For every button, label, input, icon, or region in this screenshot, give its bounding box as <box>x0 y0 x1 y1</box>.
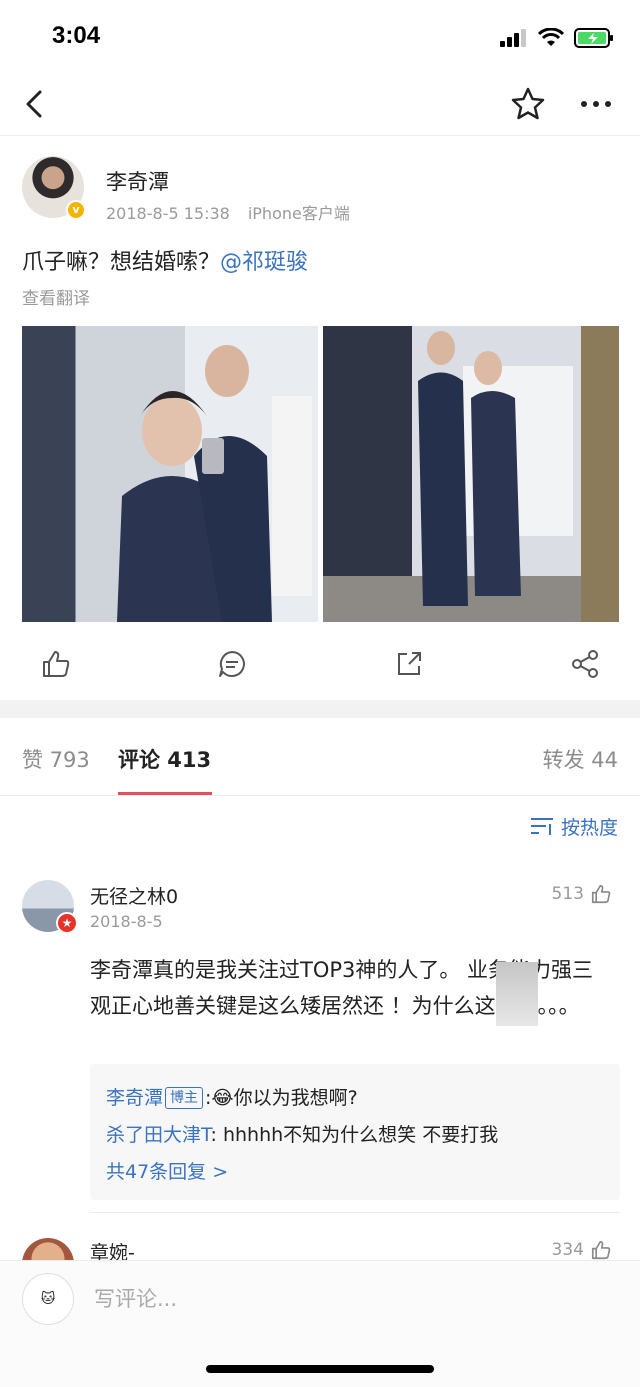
status-time: 3:04 <box>52 22 101 49</box>
author-name[interactable]: 李奇潭 <box>106 166 169 196</box>
post-body: 爪子嘛？想结婚嗦？ <box>22 250 221 275</box>
comment-like-button[interactable]: 334 <box>552 1238 612 1260</box>
comment-divider <box>90 1212 620 1213</box>
post-text: 爪子嘛？想结婚嗦？@祁珽骏 <box>22 244 308 276</box>
translate-link[interactable]: 查看翻译 <box>22 284 90 309</box>
post-action-bar <box>0 636 640 692</box>
wifi-icon <box>538 28 564 46</box>
comment-like-button[interactable]: 513 <box>552 882 612 906</box>
reply-text: :😂你以为我想啊? <box>205 1087 358 1109</box>
active-tab-indicator <box>118 792 212 795</box>
reply-item: 李奇潭 博主:😂你以为我想啊? <box>106 1080 604 1117</box>
sort-icon <box>530 818 553 835</box>
reply-author[interactable]: 杀了田大津T <box>106 1124 211 1146</box>
comment-bubble-icon[interactable] <box>216 648 248 680</box>
post-author-row: v 李奇潭 2018-8-5 15:38 iPhone客户端 <box>22 150 622 230</box>
interaction-tabs: 赞 793 评论 413 转发 44 <box>0 718 640 796</box>
battery-icon <box>574 28 613 48</box>
reply-item: 杀了田大津T: hhhhh不知为什么想笑 不要打我 <box>106 1117 604 1154</box>
repost-share-icon[interactable] <box>393 648 425 680</box>
comment-date: 2018-8-5 <box>90 912 163 931</box>
post-photo-1[interactable] <box>22 326 318 622</box>
like-thumb-icon[interactable] <box>40 648 72 680</box>
comment-like-count: 513 <box>551 884 584 904</box>
view-all-replies-link[interactable]: 共47条回复 > <box>106 1154 604 1191</box>
status-icons <box>500 26 614 50</box>
comment-item: 章婉- 334 <box>22 1238 622 1260</box>
sort-label: 按热度 <box>560 816 618 839</box>
sort-by-hot-button[interactable]: 按热度 <box>529 812 618 840</box>
comment-input[interactable]: 写评论... <box>94 1283 177 1313</box>
back-icon[interactable] <box>18 86 54 122</box>
reply-preview-box[interactable]: 李奇潭 博主:😂你以为我想啊? 杀了田大津T: hhhhh不知为什么想笑 不要打我… <box>90 1064 620 1200</box>
reply-author[interactable]: 李奇潭 <box>106 1087 163 1109</box>
bottom-comment-bar: 🐱 写评论... <box>0 1260 640 1387</box>
author-tag-badge: 博主 <box>165 1087 204 1109</box>
share-nodes-icon[interactable] <box>569 648 601 680</box>
signal-icon <box>500 29 526 47</box>
favorite-star-icon[interactable] <box>508 84 548 124</box>
commenter-avatar[interactable] <box>22 1238 74 1260</box>
redacted-text-block <box>496 962 538 1026</box>
verified-badge-icon: v <box>66 200 86 220</box>
home-indicator <box>206 1365 434 1373</box>
tab-reposts[interactable]: 转发 44 <box>543 744 618 774</box>
my-avatar-icon: 🐱 <box>22 1273 74 1325</box>
mention-link[interactable]: @祁珽骏 <box>220 250 308 275</box>
more-options-icon[interactable] <box>576 86 616 122</box>
post-meta: 2018-8-5 15:38 iPhone客户端 <box>106 200 350 224</box>
status-bar: 3:04 <box>0 0 640 72</box>
nav-bar <box>0 72 640 136</box>
member-badge-icon: ★ <box>56 912 78 934</box>
reply-text: : hhhhh不知为什么想笑 不要打我 <box>210 1124 499 1146</box>
comment-item: ★ 无径之林0 2018-8-5 513 李奇潭真的是我关注过TOP3神的人了。… <box>22 880 622 1210</box>
like-thumb-icon <box>591 884 611 904</box>
post-photo-2[interactable] <box>323 326 619 622</box>
comment-like-count: 334 <box>551 1240 584 1260</box>
post-date: 2018-8-5 15:38 <box>106 204 230 223</box>
like-thumb-icon <box>591 1240 611 1260</box>
commenter-name[interactable]: 无径之林0 <box>90 882 178 909</box>
post-source: iPhone客户端 <box>247 204 350 223</box>
tab-comments[interactable]: 评论 413 <box>118 744 211 774</box>
tab-likes[interactable]: 赞 793 <box>22 744 90 774</box>
commenter-name[interactable]: 章婉- <box>90 1238 135 1260</box>
section-separator <box>0 700 640 718</box>
